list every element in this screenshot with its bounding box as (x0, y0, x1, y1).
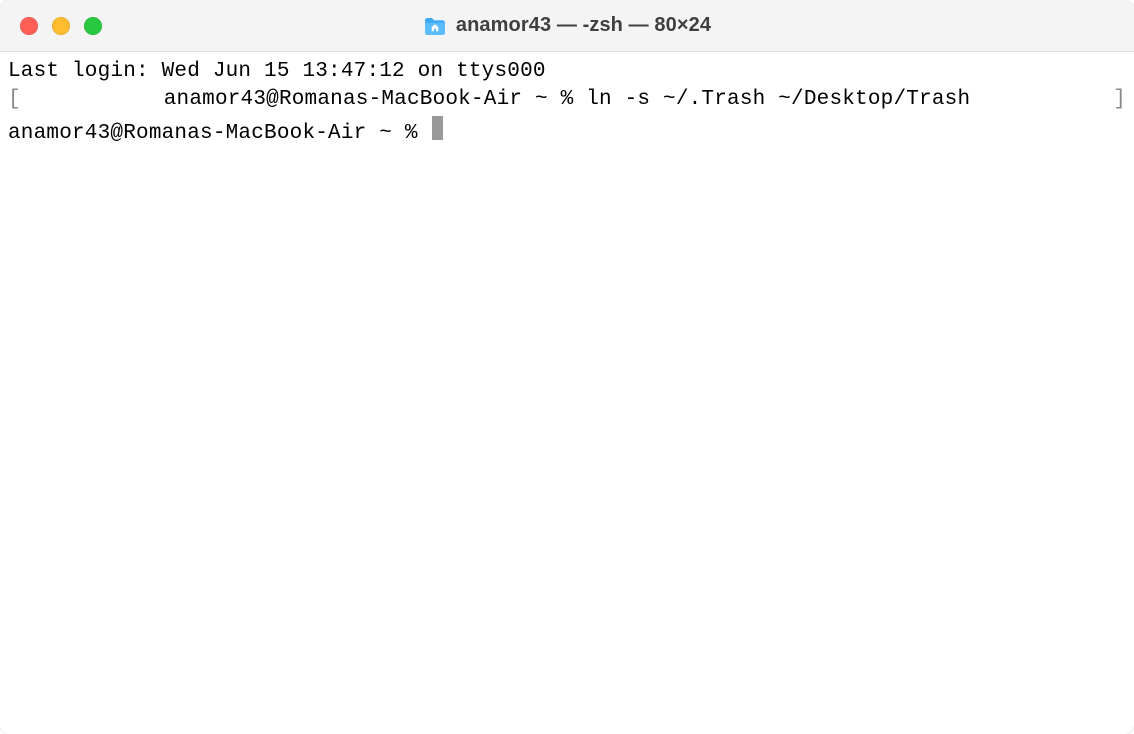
maximize-button[interactable] (84, 17, 102, 35)
terminal-text: Last login: Wed Jun 15 13:47:12 on ttys0… (8, 58, 546, 86)
bracket-left: [ (8, 86, 21, 114)
titlebar[interactable]: anamor43 — -zsh — 80×24 (0, 0, 1134, 52)
terminal-window: anamor43 — -zsh — 80×24 Last login: Wed … (0, 0, 1134, 734)
traffic-lights (0, 17, 102, 35)
terminal-prompt: anamor43@Romanas-MacBook-Air ~ % (8, 120, 430, 148)
terminal-line: anamor43@Romanas-MacBook-Air ~ % (8, 114, 1126, 148)
bracket-right: ] (1113, 86, 1126, 114)
home-folder-icon (423, 16, 447, 36)
cursor (432, 116, 443, 140)
terminal-output[interactable]: Last login: Wed Jun 15 13:47:12 on ttys0… (0, 52, 1134, 734)
window-title: anamor43 — -zsh — 80×24 (456, 14, 711, 37)
title-center: anamor43 — -zsh — 80×24 (0, 14, 1134, 37)
minimize-button[interactable] (52, 17, 70, 35)
close-button[interactable] (20, 17, 38, 35)
terminal-line: Last login: Wed Jun 15 13:47:12 on ttys0… (8, 58, 1126, 86)
terminal-line: [ anamor43@Romanas-MacBook-Air ~ % ln -s … (8, 86, 1126, 114)
terminal-text: anamor43@Romanas-MacBook-Air ~ % ln -s ~… (164, 86, 971, 114)
